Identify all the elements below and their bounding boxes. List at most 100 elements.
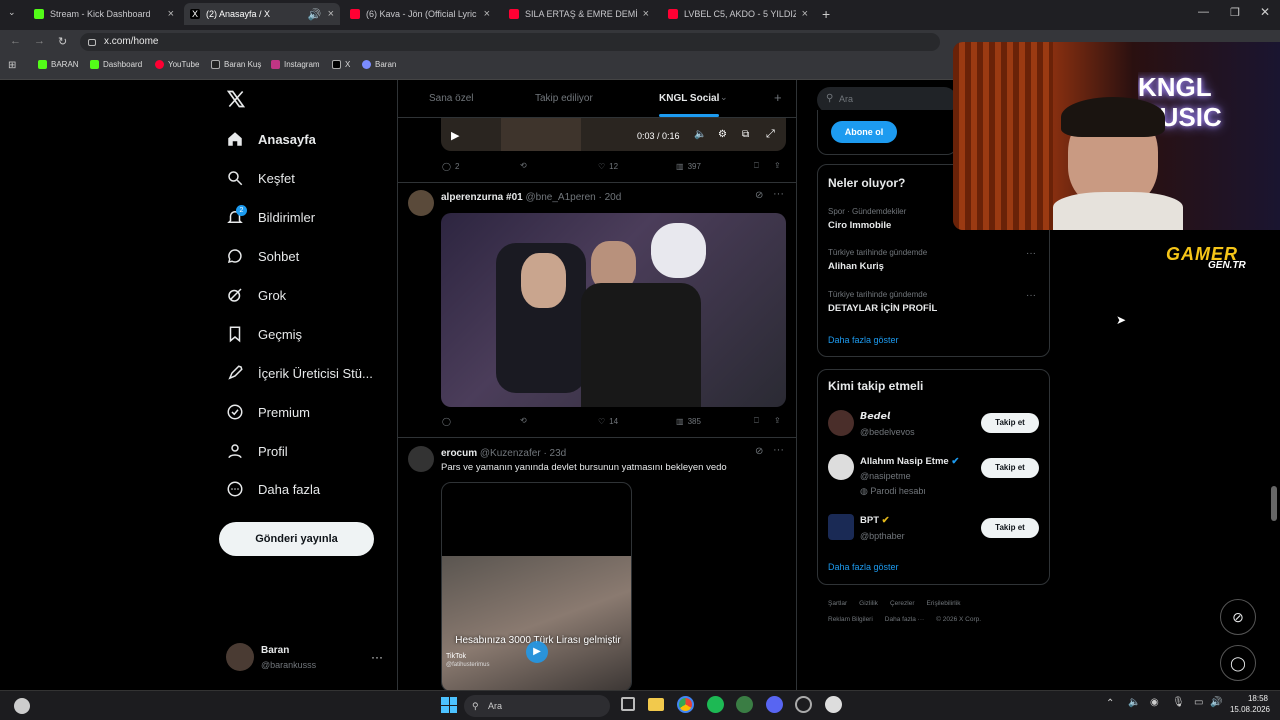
bookmark-item[interactable]: Instagram bbox=[271, 60, 320, 69]
grok-float-icon[interactable]: ⊘ bbox=[1220, 599, 1256, 635]
tweet-time[interactable]: · 23d bbox=[543, 448, 566, 459]
nav-bookmarks[interactable]: Geçmiş bbox=[226, 325, 302, 343]
account-name[interactable]: Baran bbox=[261, 645, 289, 656]
browser-tab[interactable]: (6) Kava - Jön (Official Lyric Vid...× bbox=[344, 3, 496, 25]
close-icon[interactable]: × bbox=[802, 8, 808, 20]
app-icon[interactable] bbox=[795, 696, 812, 713]
nav-explore[interactable]: Keşfet bbox=[226, 169, 295, 187]
nav-profile[interactable]: Profil bbox=[226, 442, 288, 460]
close-icon[interactable]: × bbox=[484, 8, 490, 20]
volume-icon[interactable]: 🔈 bbox=[1128, 697, 1140, 708]
bookmark-item[interactable]: X bbox=[332, 60, 350, 69]
tab-kngl-social[interactable]: KNGL Social bbox=[659, 93, 719, 104]
browser-tab-active[interactable]: X (2) Anasayfa / X 🔊 × bbox=[184, 3, 340, 25]
like-action[interactable]: ♡ 14 bbox=[598, 417, 618, 426]
discord-icon[interactable] bbox=[766, 696, 783, 713]
footer-link[interactable]: Erişilebilirlik bbox=[927, 600, 961, 607]
browser-tab[interactable]: Stream - Kick Dashboard × bbox=[28, 3, 180, 25]
repost-action[interactable]: ⟲ bbox=[520, 161, 527, 170]
nav-grok[interactable]: Grok bbox=[226, 286, 286, 304]
clock-date[interactable]: 15.08.2026 bbox=[1224, 705, 1270, 714]
author-name[interactable]: erocum bbox=[441, 448, 477, 459]
forward-icon[interactable]: → bbox=[34, 35, 45, 47]
browser-tab[interactable]: LVBEL C5, AKDO - 5 YILDIZ - Yo...× bbox=[662, 3, 814, 25]
pip-icon[interactable]: ⧉ bbox=[742, 129, 749, 140]
footer-link[interactable]: Çerezler bbox=[890, 600, 915, 607]
close-icon[interactable]: × bbox=[643, 8, 649, 20]
speaker-icon[interactable]: 🔊 bbox=[1210, 697, 1222, 708]
nav-more[interactable]: Daha fazla bbox=[226, 480, 320, 498]
tab-for-you[interactable]: Sana özel bbox=[429, 93, 473, 104]
nav-messages[interactable]: Sohbet bbox=[226, 247, 299, 265]
trend-item[interactable]: Ciro Immobile bbox=[828, 220, 891, 231]
share-action[interactable]: ⇪ bbox=[774, 416, 781, 425]
bookmark-action[interactable]: ⎕ bbox=[754, 416, 759, 426]
avatar[interactable] bbox=[226, 643, 254, 671]
follow-button[interactable]: Takip et bbox=[981, 458, 1039, 478]
file-explorer-icon[interactable] bbox=[648, 698, 664, 711]
suggested-name[interactable]: BPT ✔ bbox=[860, 515, 890, 526]
views-action[interactable]: ▥ 385 bbox=[676, 417, 701, 426]
network-icon[interactable]: ▭ bbox=[1194, 697, 1203, 708]
messages-float-icon[interactable]: ◯ bbox=[1220, 645, 1256, 681]
close-icon[interactable]: × bbox=[328, 8, 334, 20]
site-info-icon[interactable] bbox=[88, 39, 96, 46]
widgets-icon[interactable] bbox=[14, 698, 30, 714]
author-name[interactable]: alperenzurna #01 bbox=[441, 192, 523, 203]
volume-icon[interactable]: 🔈 bbox=[694, 129, 706, 140]
speaker-icon[interactable]: 🔊 bbox=[308, 8, 322, 21]
window-close-icon[interactable]: ✕ bbox=[1260, 5, 1270, 19]
nav-creator-studio[interactable]: İçerik Üreticisi Stü... bbox=[226, 364, 373, 382]
chevron-down-icon[interactable]: ⌄ bbox=[720, 92, 728, 103]
task-view-icon[interactable] bbox=[621, 697, 635, 711]
more-icon[interactable]: ··· bbox=[1026, 290, 1036, 301]
suggested-name[interactable]: 𝘽𝙚𝙙𝙚𝙡 bbox=[860, 411, 890, 422]
reply-action[interactable]: ◯ 2 bbox=[442, 162, 459, 171]
tweet-video[interactable]: Hesabınıza 3000 Türk Lirası gelmiştir ▶ … bbox=[441, 482, 632, 690]
grok-icon[interactable]: ⊘ bbox=[755, 190, 763, 201]
avatar[interactable] bbox=[828, 410, 854, 436]
add-tab-icon[interactable]: + bbox=[774, 90, 782, 105]
play-icon[interactable]: ▶ bbox=[451, 129, 459, 142]
settings-icon[interactable]: ⚙ bbox=[718, 129, 727, 140]
bookmark-item[interactable]: BARAN bbox=[38, 60, 79, 69]
views-action[interactable]: ▥ 397 bbox=[676, 162, 701, 171]
x-logo-icon[interactable] bbox=[226, 89, 246, 114]
fullscreen-icon[interactable]: ⤢ bbox=[766, 128, 775, 141]
app-icon[interactable] bbox=[736, 696, 753, 713]
show-more-link[interactable]: Daha fazla göster bbox=[828, 562, 899, 572]
back-icon[interactable]: ← bbox=[10, 35, 21, 47]
more-icon[interactable]: ··· bbox=[773, 444, 784, 456]
minimize-icon[interactable]: — bbox=[1198, 6, 1209, 18]
bookmark-item[interactable]: Baran bbox=[362, 60, 396, 69]
footer-link[interactable]: Şartlar bbox=[828, 600, 847, 607]
footer-link[interactable]: Gizlilik bbox=[859, 600, 878, 607]
chrome-icon[interactable] bbox=[677, 696, 694, 713]
new-tab-icon[interactable]: + bbox=[822, 6, 830, 22]
nav-premium[interactable]: Premium bbox=[226, 403, 310, 421]
repost-action[interactable]: ⟲ bbox=[520, 416, 527, 425]
bookmark-action[interactable]: ⎕ bbox=[754, 161, 759, 171]
app-icon[interactable] bbox=[825, 696, 842, 713]
avatar[interactable] bbox=[828, 454, 854, 480]
apps-icon[interactable]: ⊞ bbox=[8, 60, 16, 71]
reload-icon[interactable]: ↻ bbox=[58, 35, 67, 48]
play-icon[interactable]: ▶ bbox=[526, 641, 548, 663]
avatar[interactable] bbox=[408, 190, 434, 216]
bookmark-item[interactable]: Baran Kuş bbox=[211, 60, 261, 69]
show-more-link[interactable]: Daha fazla göster bbox=[828, 335, 899, 345]
author-handle[interactable]: @Kuzenzafer bbox=[480, 448, 541, 459]
tray-chevron-icon[interactable]: ⌃ bbox=[1106, 698, 1114, 709]
tweet-image[interactable] bbox=[441, 213, 786, 407]
close-icon[interactable]: × bbox=[168, 8, 174, 20]
clock-time[interactable]: 18:58 bbox=[1232, 694, 1268, 703]
trend-item[interactable]: Alihan Kuriş bbox=[828, 261, 884, 272]
suggested-name[interactable]: Allahım Nasip Etme ✔ bbox=[860, 456, 959, 467]
trend-item[interactable]: DETAYLAR İÇİN PROFİL bbox=[828, 303, 937, 314]
share-action[interactable]: ⇪ bbox=[774, 161, 781, 170]
grok-icon[interactable]: ⊘ bbox=[755, 446, 763, 457]
avatar[interactable] bbox=[408, 446, 434, 472]
discord-tray-icon[interactable]: ◉ bbox=[1150, 697, 1159, 708]
tab-search-icon[interactable]: ⌄ bbox=[8, 7, 16, 18]
url-input[interactable]: x.com/home bbox=[80, 33, 940, 51]
